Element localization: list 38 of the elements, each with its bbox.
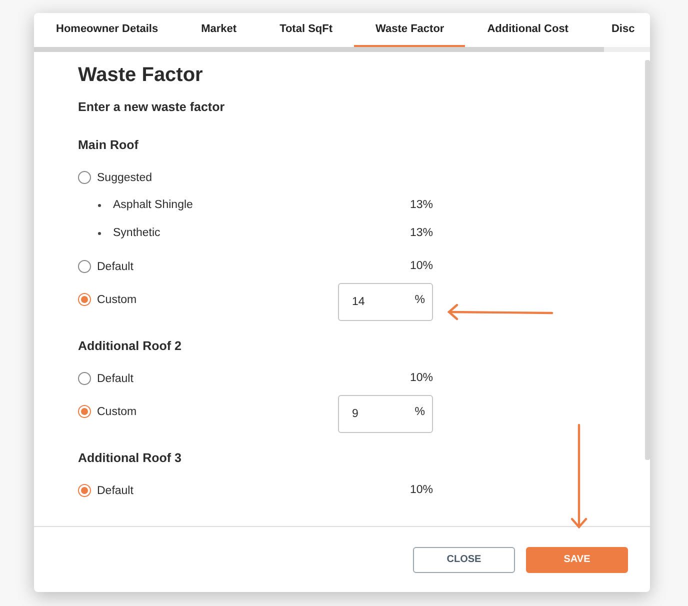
radio-button[interactable] <box>78 260 91 273</box>
option-label: Synthetic <box>113 227 160 239</box>
subtitle: Enter a new waste factor <box>78 100 226 116</box>
scrollbar-thumb[interactable] <box>645 60 650 460</box>
bullet-icon <box>98 204 101 206</box>
option-label: Custom <box>97 294 137 306</box>
option-value: 10% <box>410 484 433 496</box>
option-label: Custom <box>97 406 137 418</box>
option-value: 13% <box>410 227 433 239</box>
arrow-icon <box>570 423 588 531</box>
unit-label: % <box>414 294 425 306</box>
radio-button[interactable] <box>78 293 91 306</box>
tab[interactable]: Total SqFt <box>258 13 354 47</box>
option-value: 10% <box>410 372 433 384</box>
option-label: Suggested <box>97 172 152 184</box>
tab[interactable]: Additional Cost <box>465 13 590 47</box>
section-title: Additional Roof 3 <box>78 451 182 467</box>
radio-button[interactable] <box>78 484 91 497</box>
scrollbar-thumb[interactable] <box>34 47 604 52</box>
option-label: Default <box>97 372 134 384</box>
radio-button[interactable] <box>78 405 91 418</box>
option-value: 10% <box>410 260 433 272</box>
tab[interactable]: Homeowner Details <box>34 13 180 47</box>
option-value: 13% <box>410 199 433 211</box>
tab[interactable]: Disc <box>589 13 650 47</box>
unit-label: % <box>414 406 425 418</box>
close-button[interactable]: CLOSE <box>413 546 515 572</box>
bullet-icon <box>98 232 101 234</box>
radio-button[interactable] <box>78 171 91 184</box>
option-label: Default <box>97 260 134 272</box>
option-label: Default <box>97 484 134 496</box>
radio-button[interactable] <box>78 372 91 385</box>
dialog-title: Waste Factor <box>78 64 204 88</box>
tab[interactable]: Market <box>179 13 258 47</box>
arrow-icon <box>446 303 554 321</box>
section-title: Main Roof <box>78 138 140 154</box>
option-label: Asphalt Shingle <box>113 199 193 211</box>
section-title: Additional Roof 2 <box>78 339 182 355</box>
